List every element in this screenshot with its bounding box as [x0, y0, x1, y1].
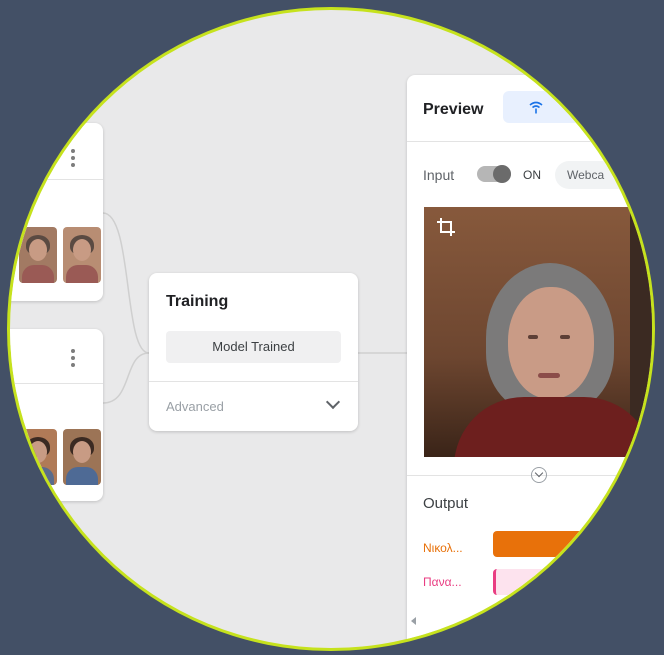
arrow-down-icon[interactable] [531, 467, 547, 483]
sample-thumbnail[interactable] [63, 227, 101, 283]
more-options-icon[interactable] [71, 349, 75, 370]
sample-thumbnail[interactable] [63, 429, 101, 485]
model-trained-button[interactable]: Model Trained [166, 331, 341, 363]
panel-divider [407, 141, 652, 142]
webcam-feed [424, 207, 652, 457]
sample-thumbnail[interactable] [19, 227, 57, 283]
export-model-button[interactable] [503, 91, 593, 123]
output-class-label-2: Πανα... [423, 575, 462, 589]
card-divider [10, 179, 103, 180]
confidence-bar-2 [493, 569, 652, 595]
output-class-label-1: Νικολ... [423, 541, 463, 555]
sample-thumbnail[interactable] [19, 429, 57, 485]
toggle-state-label: ON [523, 168, 541, 182]
preview-panel: Preview Input ON Webca Output Νικολ... Π… [407, 75, 652, 648]
scroll-left-icon[interactable] [411, 617, 416, 625]
more-options-icon[interactable] [71, 149, 75, 170]
input-label: Input [423, 167, 455, 183]
preview-title: Preview [423, 101, 484, 118]
output-title: Output [423, 495, 469, 512]
chevron-down-icon[interactable] [325, 394, 341, 410]
training-card: Training Model Trained Advanced [149, 273, 358, 431]
training-title: Training [166, 293, 229, 310]
input-toggle[interactable] [477, 165, 511, 183]
confidence-bar-1 [493, 531, 652, 557]
crop-icon[interactable] [436, 217, 456, 237]
class-card-2 [10, 329, 103, 501]
broadcast-icon [529, 101, 543, 114]
magnified-lens: Training Model Trained Advanced Preview … [7, 7, 655, 651]
teachable-machine-canvas: Training Model Trained Advanced Preview … [10, 10, 652, 648]
input-source-select[interactable]: Webca [555, 161, 645, 189]
advanced-toggle[interactable]: Advanced [166, 399, 224, 414]
class-card-1 [10, 123, 103, 301]
card-divider [149, 381, 358, 382]
card-divider [10, 383, 103, 384]
